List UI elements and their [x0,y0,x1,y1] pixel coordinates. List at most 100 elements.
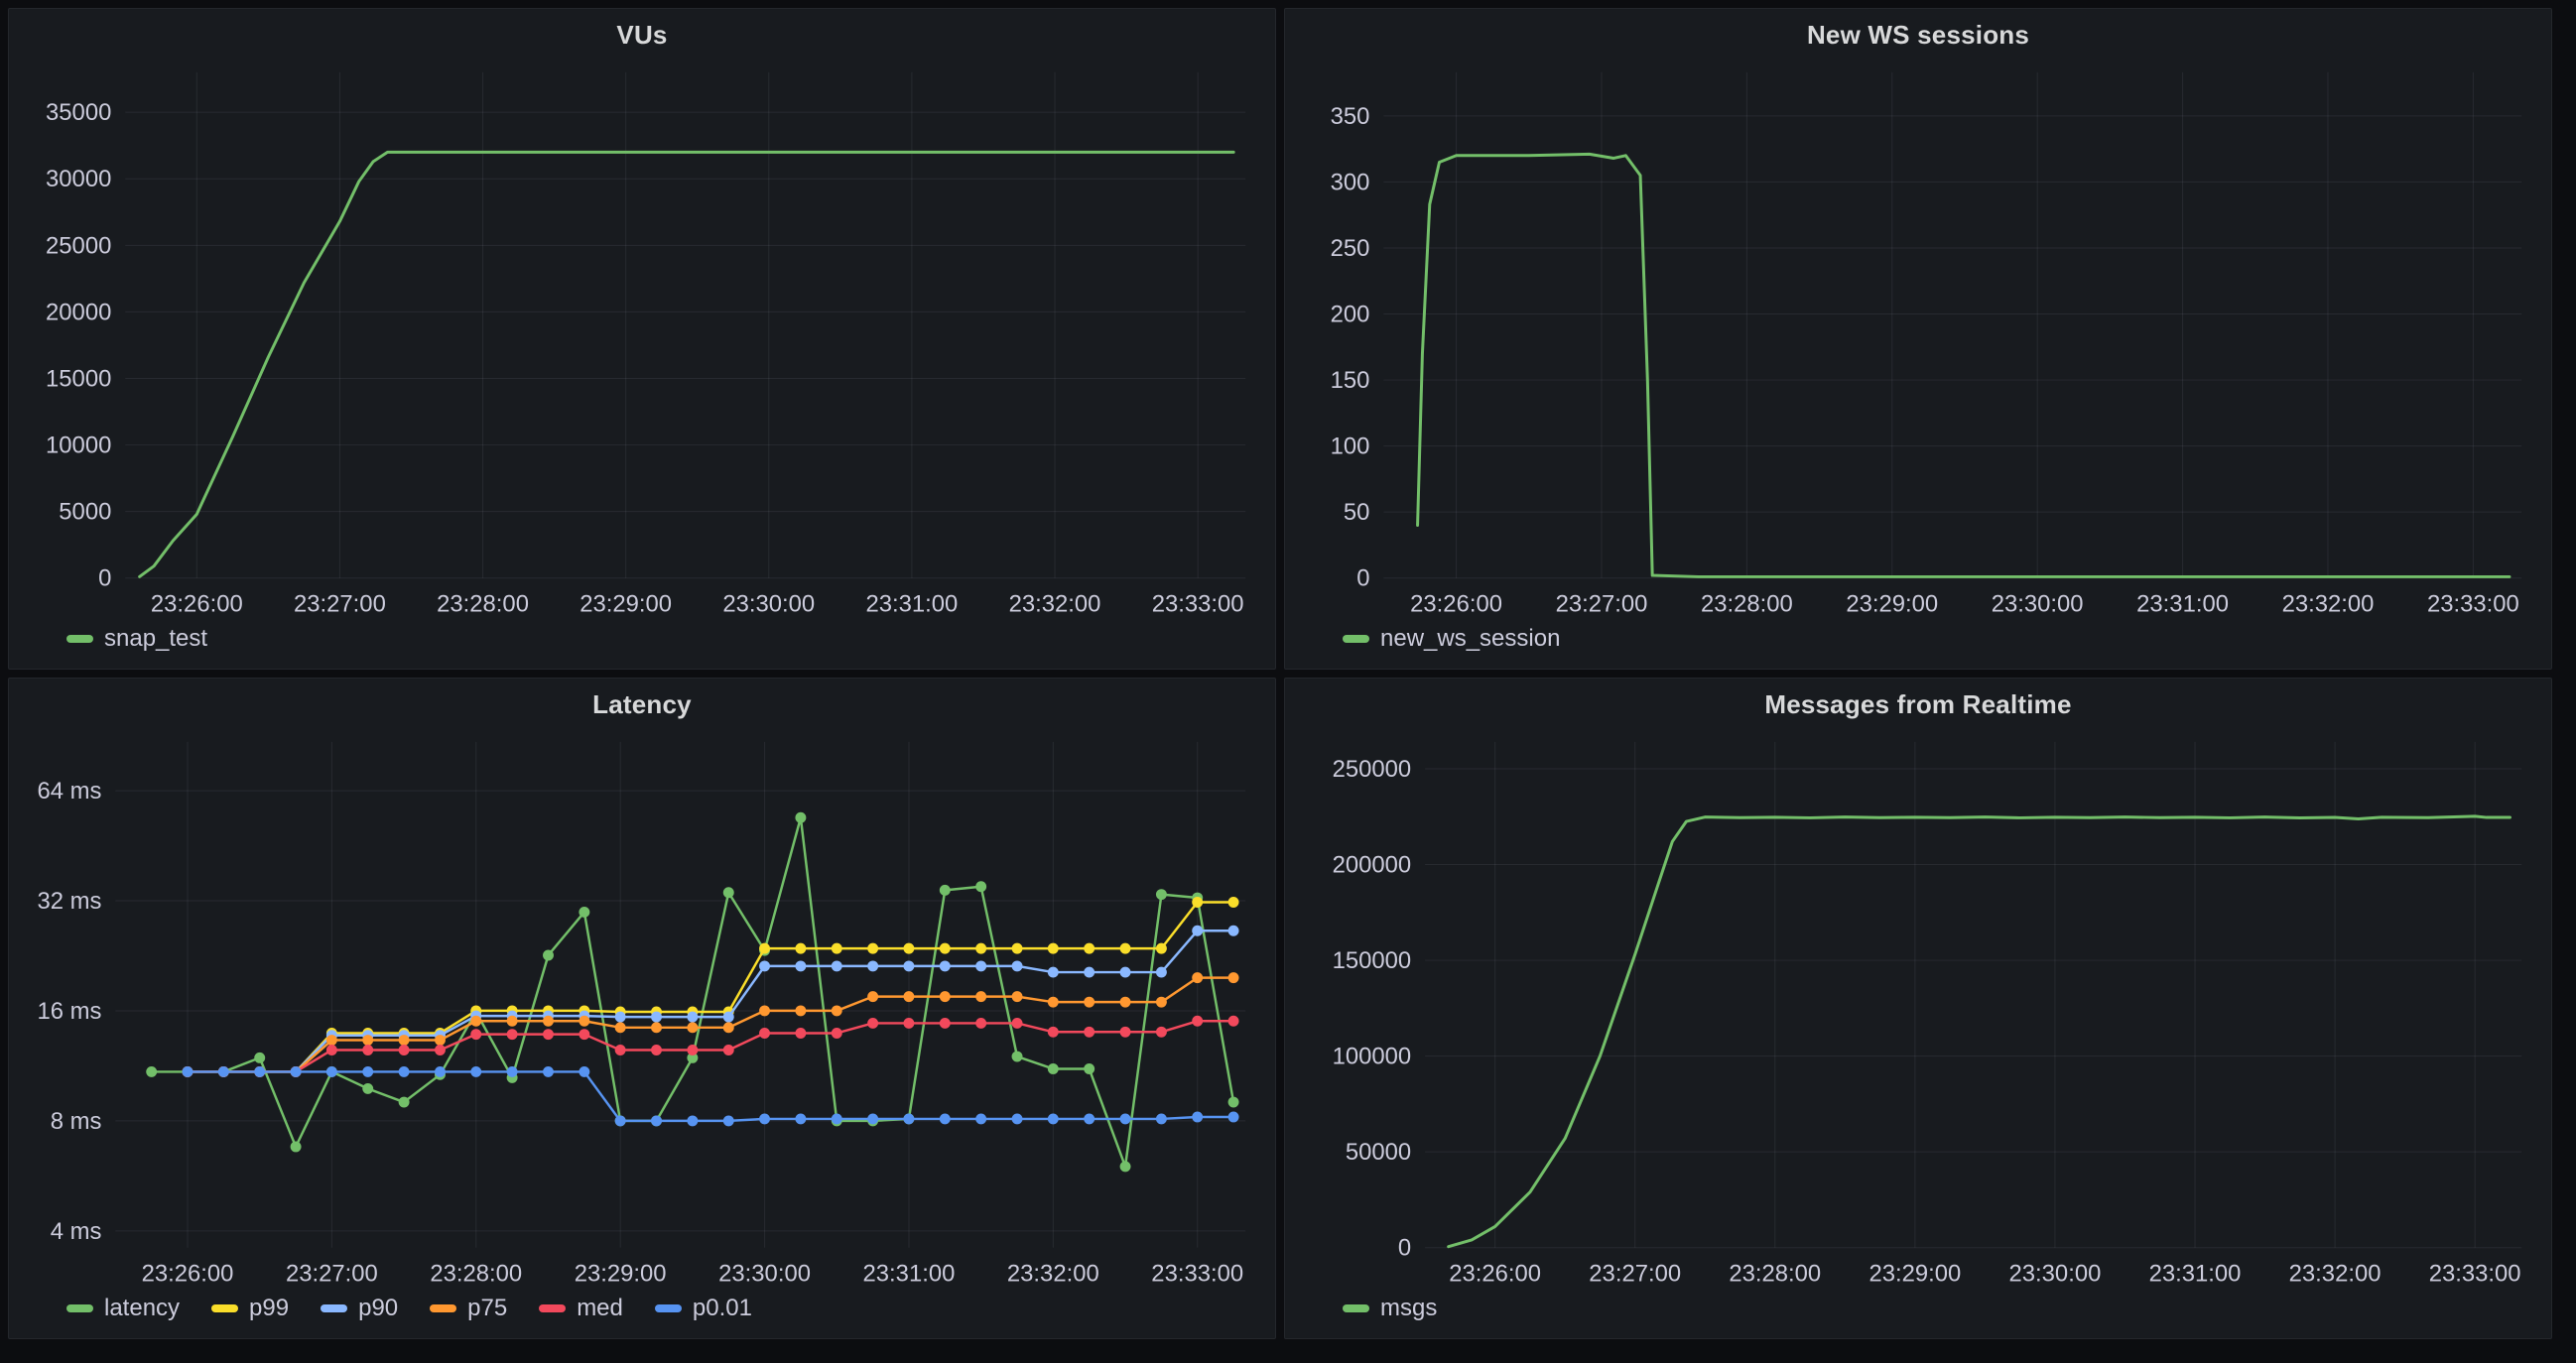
svg-text:23:30:00: 23:30:00 [722,591,815,618]
svg-text:23:30:00: 23:30:00 [2009,1261,2102,1288]
svg-text:23:26:00: 23:26:00 [1449,1261,1541,1288]
svg-text:4 ms: 4 ms [51,1218,102,1245]
legend-item-p0-01[interactable]: p0.01 [655,1295,752,1322]
svg-text:15000: 15000 [46,365,111,392]
legend-vus: snap_test [9,625,1275,669]
svg-text:250: 250 [1331,235,1370,262]
legend-item-p90[interactable]: p90 [321,1295,398,1322]
svg-text:150: 150 [1331,367,1370,394]
chart-new-ws-sessions[interactable]: 05010015020025030035023:26:0023:27:0023:… [1285,61,2551,625]
legend-item-new-ws-session[interactable]: new_ws_session [1343,625,1560,653]
svg-text:8 ms: 8 ms [51,1108,102,1135]
svg-text:23:27:00: 23:27:00 [286,1261,378,1288]
legend-item-p99[interactable]: p99 [211,1295,289,1322]
svg-text:350: 350 [1331,103,1370,130]
svg-text:23:27:00: 23:27:00 [1556,591,1648,618]
legend-latency: latency p99 p90 p75 med p0.01 [9,1295,1275,1338]
svg-text:23:30:00: 23:30:00 [718,1261,811,1288]
legend-item-latency[interactable]: latency [66,1295,180,1322]
svg-text:23:29:00: 23:29:00 [1846,591,1938,618]
chart-messages-from-realtime[interactable]: 0 50000 100000 150000 200000 250000 23:26:00 23… [1285,730,2551,1295]
svg-text:32 ms: 32 ms [37,888,101,915]
legend-messages-from-realtime: msgs [1285,1295,2551,1338]
svg-text:23:32:00: 23:32:00 [2289,1261,2382,1288]
svg-text:150000: 150000 [1333,947,1412,974]
chart-vus[interactable]: 0 5000 10000 15000 20000 25000 30000 35000 23:26… [9,61,1275,625]
legend-label: p75 [467,1295,507,1322]
legend-label: p99 [249,1295,289,1322]
svg-text:23:33:00: 23:33:00 [1151,1261,1243,1288]
legend-item-msgs[interactable]: msgs [1343,1295,1437,1322]
svg-text:23:27:00: 23:27:00 [1589,1261,1681,1288]
svg-text:0: 0 [98,565,111,592]
legend-swatch-icon [655,1304,682,1312]
panel-new-ws-sessions: New WS sessions 05010015020025030035023:… [1284,8,2552,670]
legend-swatch-icon [66,635,93,643]
svg-text:23:33:00: 23:33:00 [2427,591,2519,618]
panel-latency: Latency 4 ms 8 ms 16 ms 32 ms 64 ms 23:26:00 2… [8,678,1276,1339]
legend-label: msgs [1380,1295,1437,1322]
panel-title-latency[interactable]: Latency [9,679,1275,730]
panel-title-new-ws-sessions[interactable]: New WS sessions [1285,9,2551,61]
svg-text:10000: 10000 [46,433,111,459]
panel-title-messages-from-realtime[interactable]: Messages from Realtime [1285,679,2551,730]
svg-text:300: 300 [1331,169,1370,195]
svg-text:23:28:00: 23:28:00 [1729,1261,1821,1288]
legend-item-med[interactable]: med [539,1295,623,1322]
legend-label: p0.01 [693,1295,752,1322]
svg-text:50: 50 [1344,499,1370,526]
svg-text:23:32:00: 23:32:00 [1007,1261,1099,1288]
svg-text:64 ms: 64 ms [37,778,101,805]
svg-text:23:28:00: 23:28:00 [437,591,529,618]
svg-text:23:26:00: 23:26:00 [151,591,243,618]
svg-text:0: 0 [1356,565,1369,592]
legend-item-snap-test[interactable]: snap_test [66,625,207,653]
svg-text:23:29:00: 23:29:00 [575,1261,667,1288]
svg-text:23:32:00: 23:32:00 [2282,591,2375,618]
legend-swatch-icon [66,1304,93,1312]
svg-text:23:33:00: 23:33:00 [2429,1261,2521,1288]
chart-latency[interactable]: 4 ms 8 ms 16 ms 32 ms 64 ms 23:26:00 23:27:00 2… [9,730,1275,1295]
svg-text:5000: 5000 [59,499,111,526]
svg-text:23:27:00: 23:27:00 [294,591,386,618]
legend-label: med [577,1295,623,1322]
svg-text:23:31:00: 23:31:00 [865,591,958,618]
legend-swatch-icon [430,1304,456,1312]
svg-text:23:31:00: 23:31:00 [2136,591,2229,618]
legend-label: latency [104,1295,180,1322]
svg-text:23:31:00: 23:31:00 [863,1261,956,1288]
svg-text:23:32:00: 23:32:00 [1009,591,1101,618]
svg-text:0: 0 [1398,1235,1411,1262]
svg-text:50000: 50000 [1346,1139,1411,1166]
legend-label: new_ws_session [1380,625,1560,653]
svg-text:20000: 20000 [46,299,111,325]
svg-text:100000: 100000 [1333,1044,1412,1070]
svg-text:30000: 30000 [46,166,111,192]
svg-text:23:28:00: 23:28:00 [1701,591,1793,618]
svg-text:16 ms: 16 ms [37,998,101,1025]
panel-title-vus[interactable]: VUs [9,9,1275,61]
legend-swatch-icon [1343,1304,1369,1312]
legend-swatch-icon [539,1304,566,1312]
legend-new-ws-sessions: new_ws_session [1285,625,2551,669]
svg-text:23:30:00: 23:30:00 [1992,591,2084,618]
legend-swatch-icon [321,1304,347,1312]
legend-label: p90 [358,1295,398,1322]
legend-swatch-icon [211,1304,238,1312]
svg-text:23:26:00: 23:26:00 [1410,591,1502,618]
svg-text:23:26:00: 23:26:00 [142,1261,234,1288]
svg-text:23:29:00: 23:29:00 [580,591,672,618]
svg-text:23:29:00: 23:29:00 [1868,1261,1961,1288]
legend-item-p75[interactable]: p75 [430,1295,507,1322]
svg-text:23:33:00: 23:33:00 [1152,591,1244,618]
svg-text:250000: 250000 [1333,756,1412,783]
legend-swatch-icon [1343,635,1369,643]
grafana-dashboard: VUs 050001000015000200002500030000350002… [0,0,2560,1347]
svg-text:200000: 200000 [1333,851,1412,878]
svg-text:35000: 35000 [46,99,111,126]
svg-text:100: 100 [1331,434,1370,460]
panel-messages-from-realtime: Messages from Realtime 0 50000 100000 15000… [1284,678,2552,1339]
svg-text:23:28:00: 23:28:00 [430,1261,522,1288]
svg-text:25000: 25000 [46,232,111,259]
legend-label: snap_test [104,625,207,653]
